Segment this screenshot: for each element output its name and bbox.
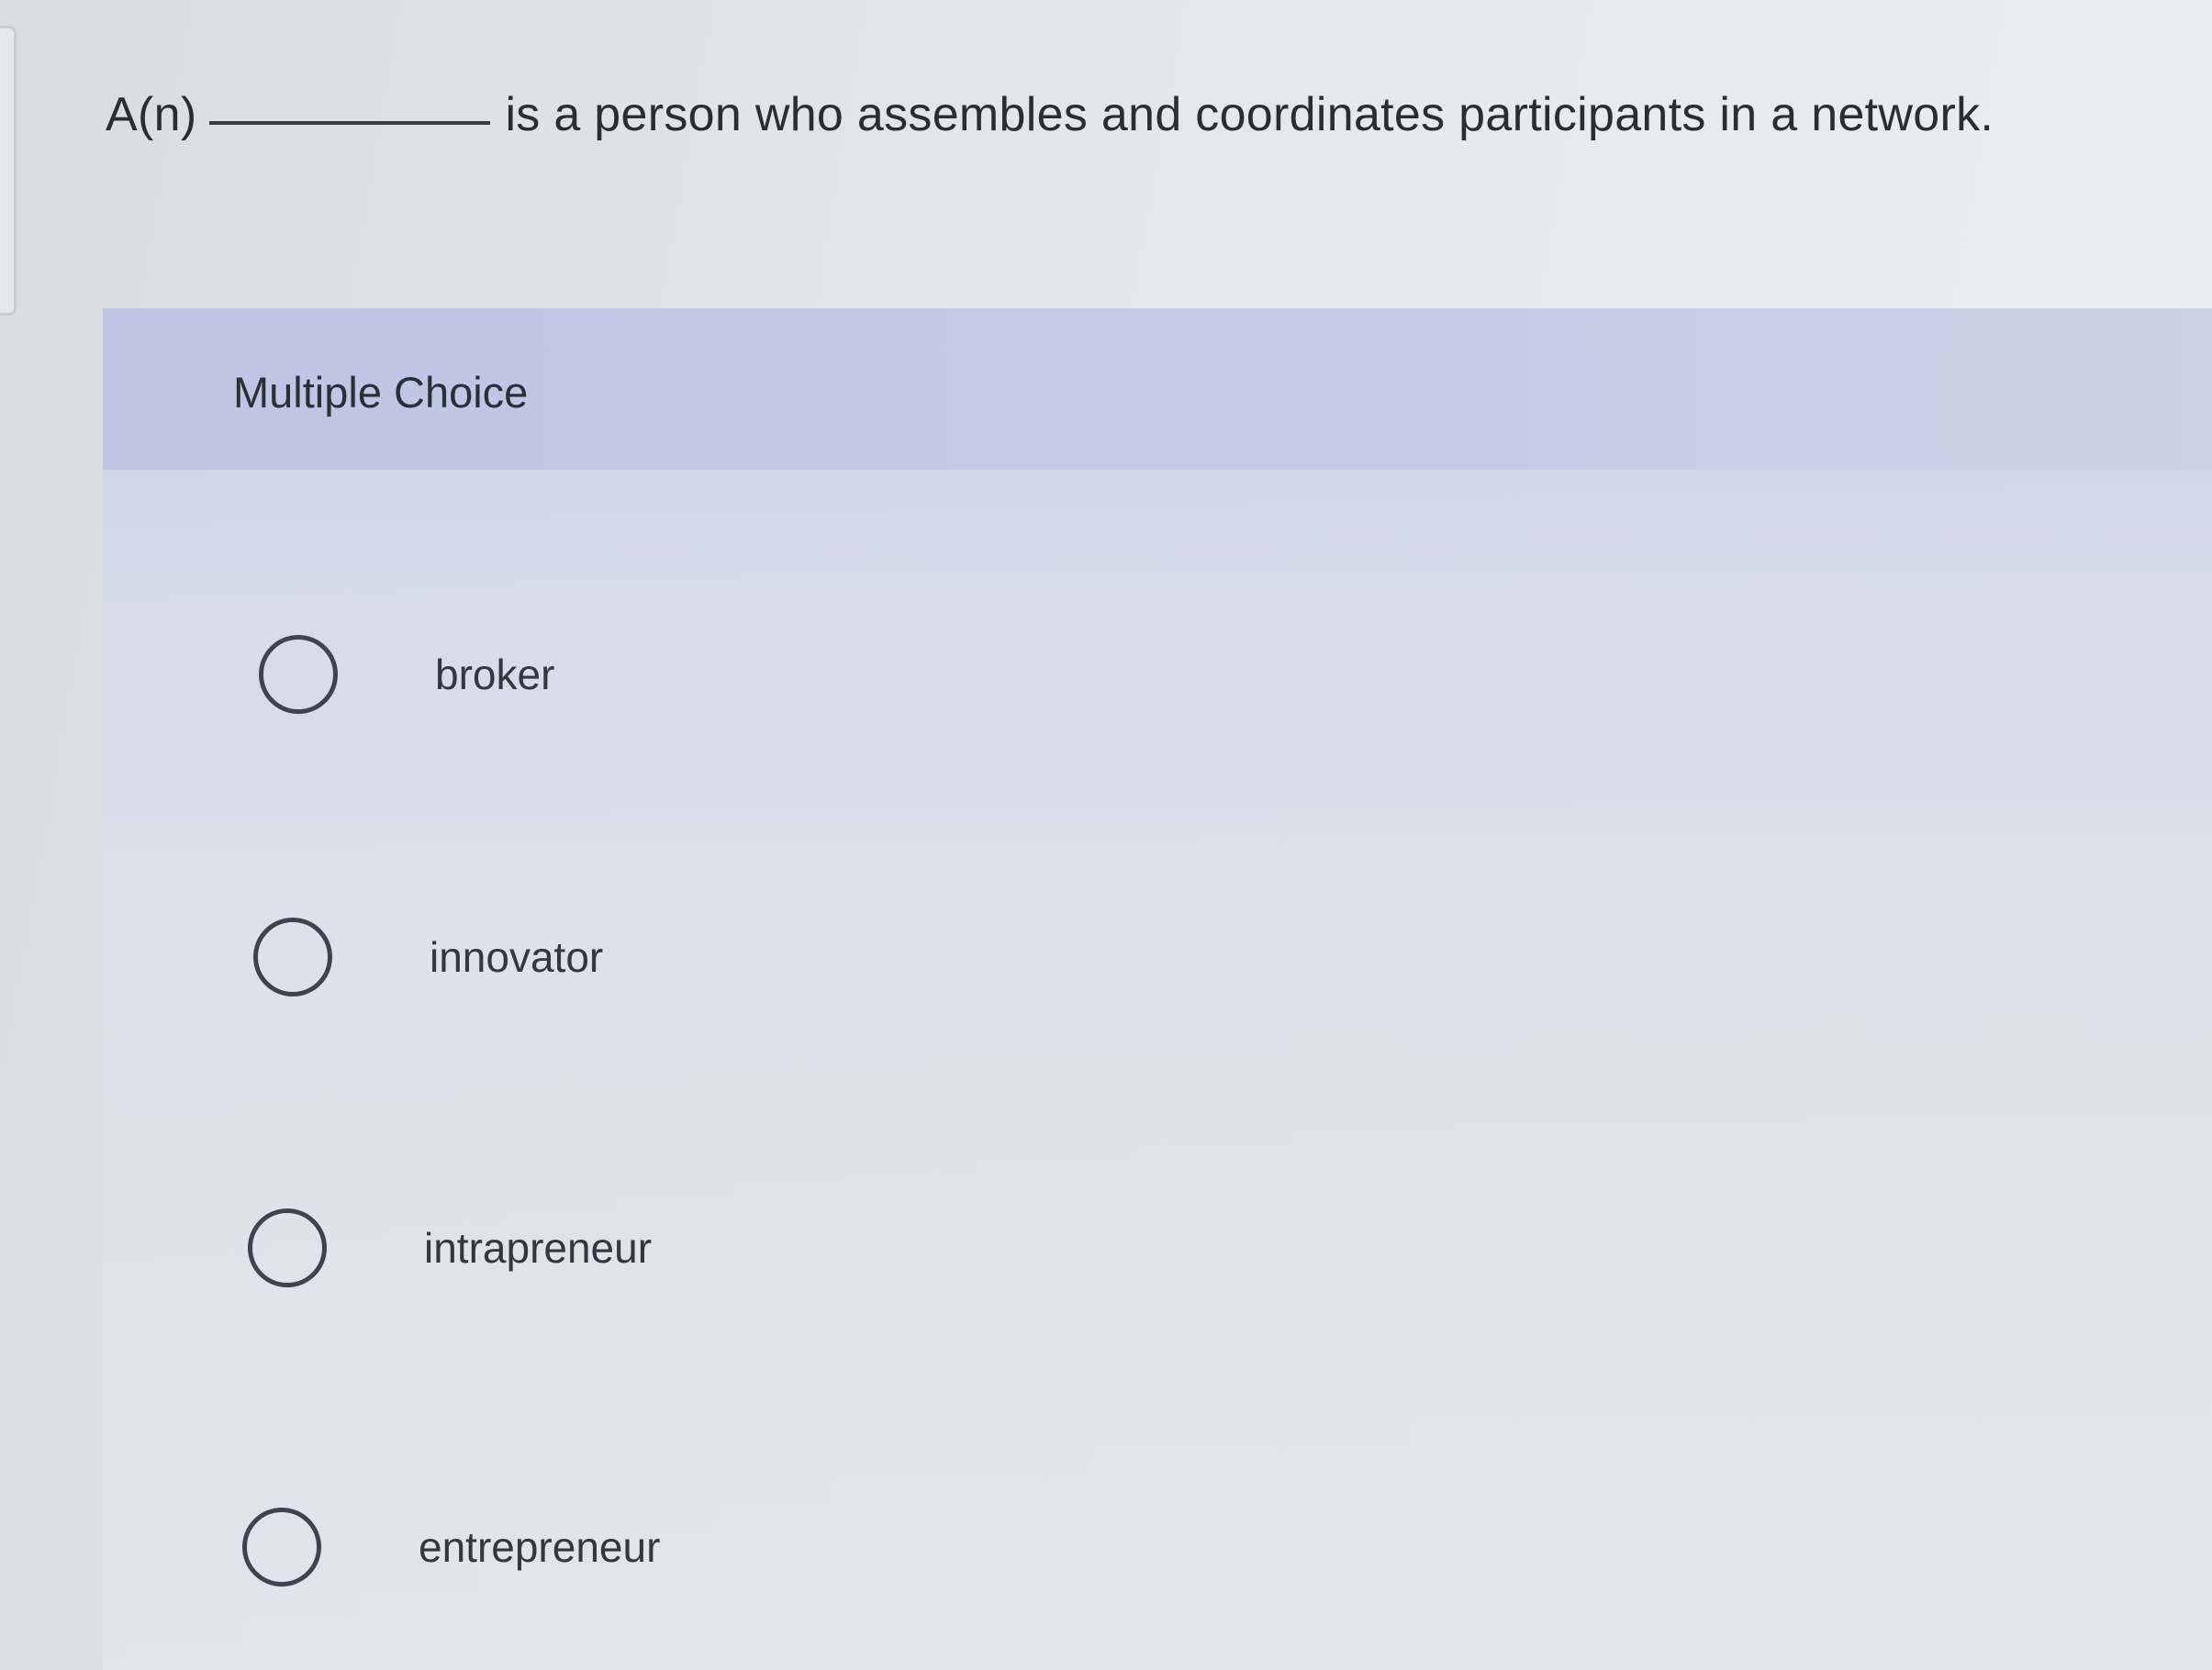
answer-blank <box>209 121 491 125</box>
radio-button[interactable] <box>253 918 332 996</box>
option-label[interactable]: intrapreneur <box>424 1223 652 1273</box>
question-text: A(n) is a person who assembles and coord… <box>106 87 1994 142</box>
radio-button[interactable] <box>248 1208 327 1287</box>
card-edge <box>0 26 17 316</box>
option-label[interactable]: broker <box>435 650 554 699</box>
question-prefix: A(n) <box>106 88 197 141</box>
section-label: Multiple Choice <box>233 368 529 417</box>
option-entrepreneur[interactable]: entrepreneur <box>242 1508 660 1586</box>
option-innovator[interactable]: innovator <box>253 918 603 996</box>
option-intrapreneur[interactable]: intrapreneur <box>248 1208 652 1287</box>
radio-button[interactable] <box>242 1508 321 1586</box>
radio-button[interactable] <box>259 635 338 714</box>
option-label[interactable]: entrepreneur <box>419 1522 660 1572</box>
option-broker[interactable]: broker <box>259 635 554 714</box>
option-label[interactable]: innovator <box>430 932 603 982</box>
question-suffix: is a person who assembles and coordinate… <box>505 88 1994 141</box>
